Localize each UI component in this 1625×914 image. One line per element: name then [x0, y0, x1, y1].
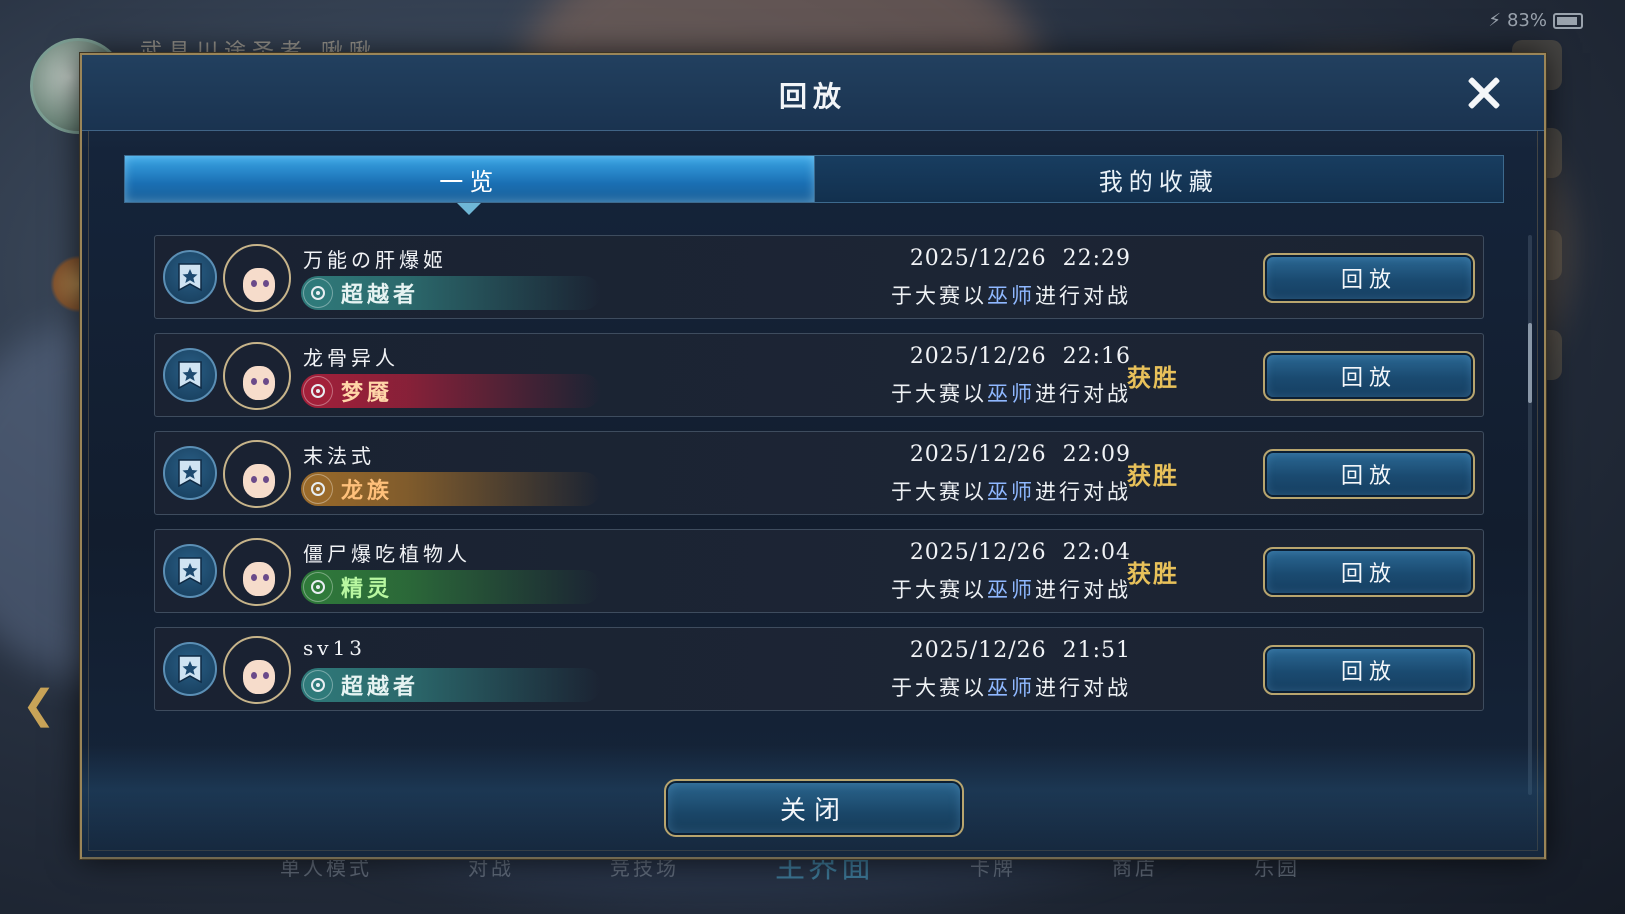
class-band: 精灵 [301, 570, 601, 604]
dragoncraft-icon [303, 474, 333, 504]
replay-button[interactable]: 回放 [1263, 449, 1475, 499]
scrollbar-thumb[interactable] [1528, 323, 1532, 403]
star-bookmark-icon [178, 655, 202, 684]
scrollbar-track[interactable] [1528, 235, 1532, 795]
star-bookmark-icon [178, 557, 202, 586]
close-button[interactable]: 关闭 [664, 779, 964, 837]
portalcraft-icon [303, 278, 333, 308]
avatar-eye [263, 378, 269, 385]
portalcraft-icon [303, 670, 333, 700]
tab-my-favorites[interactable]: 我的收藏 [813, 156, 1503, 202]
class-label: 超越者 [341, 674, 420, 700]
replay-row-5: sv13 超越者 2025/12/26 21:51 于大赛以巫师进行对战 回放 [154, 627, 1484, 711]
deck-name: sv13 [303, 636, 367, 660]
avatar-eye [251, 378, 257, 385]
result-label: 获胜 [1127, 461, 1179, 490]
class-label: 超越者 [341, 282, 420, 308]
class-band: 超越者 [301, 276, 601, 310]
deck-avatar [223, 440, 291, 508]
replay-button[interactable]: 回放 [1263, 351, 1475, 401]
replay-button[interactable]: 回放 [1263, 253, 1475, 303]
result-label: 获胜 [1127, 363, 1179, 392]
dialog-header: 回放 [82, 55, 1544, 131]
class-label: 精灵 [341, 576, 394, 602]
favorite-star-button[interactable] [163, 348, 217, 402]
result-label: 获胜 [1127, 559, 1179, 588]
favorite-star-button[interactable] [163, 250, 217, 304]
avatar-eye [251, 280, 257, 287]
avatar-eye [251, 574, 257, 581]
tab-bar: 一览 我的收藏 [124, 155, 1504, 215]
match-date: 2025/12/26 22:09 [909, 442, 1131, 467]
replay-row-3: 末法式 龙族 2025/12/26 22:09 于大赛以巫师进行对战 获胜 回放 [154, 431, 1484, 515]
deck-name: 末法式 [303, 444, 375, 468]
avatar-face [243, 660, 275, 694]
deck-avatar [223, 244, 291, 312]
avatar-eye [263, 574, 269, 581]
left-arrow-icon: ❮ [22, 682, 56, 728]
favorite-star-button[interactable] [163, 642, 217, 696]
replay-button[interactable]: 回放 [1263, 547, 1475, 597]
avatar-face [243, 562, 275, 596]
avatar-eye [263, 476, 269, 483]
class-label: 龙族 [341, 478, 394, 504]
charging-icon: ⚡ [1488, 10, 1501, 31]
close-icon[interactable] [1464, 73, 1504, 113]
replay-list: 万能の肝爆姬 超越者 2025/12/26 22:29 于大赛以巫师进行对战 回… [154, 235, 1484, 725]
avatar-face [243, 464, 275, 498]
star-bookmark-icon [178, 459, 202, 488]
replay-row-1: 万能の肝爆姬 超越者 2025/12/26 22:29 于大赛以巫师进行对战 回… [154, 235, 1484, 319]
class-band: 梦魇 [301, 374, 601, 408]
class-band: 超越者 [301, 668, 601, 702]
replay-row-4: 僵尸爆吃植物人 精灵 2025/12/26 22:04 于大赛以巫师进行对战 获… [154, 529, 1484, 613]
class-band: 龙族 [301, 472, 601, 506]
battery-percent: 83% [1506, 10, 1547, 31]
match-date: 2025/12/26 22:16 [909, 344, 1131, 369]
deck-avatar [223, 342, 291, 410]
battery-icon [1553, 12, 1583, 29]
favorite-star-button[interactable] [163, 446, 217, 500]
match-date: 2025/12/26 22:29 [909, 246, 1131, 271]
avatar-eye [263, 672, 269, 679]
avatar-eye [251, 672, 257, 679]
replay-dialog: 回放 一览 我的收藏 万能の肝爆姬 超越者 2025/12/26 22:29 于… [80, 53, 1546, 859]
match-date: 2025/12/26 21:51 [909, 638, 1131, 663]
bloodcraft-icon [303, 376, 333, 406]
avatar-eye [251, 476, 257, 483]
replay-button[interactable]: 回放 [1263, 645, 1475, 695]
match-description: 于大赛以巫师进行对战 [891, 578, 1131, 602]
status-bar: ⚡ 83% [1488, 10, 1583, 31]
deck-name: 龙骨异人 [303, 346, 399, 370]
favorite-star-button[interactable] [163, 544, 217, 598]
tab-overview[interactable]: 一览 [125, 156, 814, 215]
deck-avatar [223, 636, 291, 704]
match-date: 2025/12/26 22:04 [909, 540, 1131, 565]
class-label: 梦魇 [341, 380, 394, 406]
match-description: 于大赛以巫师进行对战 [891, 480, 1131, 504]
replay-row-2: 龙骨异人 梦魇 2025/12/26 22:16 于大赛以巫师进行对战 获胜 回… [154, 333, 1484, 417]
star-bookmark-icon [178, 361, 202, 390]
deck-avatar [223, 538, 291, 606]
deck-name: 僵尸爆吃植物人 [303, 542, 471, 566]
avatar-eye [263, 280, 269, 287]
avatar-face [243, 268, 275, 302]
match-description: 于大赛以巫师进行对战 [891, 284, 1131, 308]
match-description: 于大赛以巫师进行对战 [891, 676, 1131, 700]
deck-name: 万能の肝爆姬 [303, 248, 447, 272]
match-description: 于大赛以巫师进行对战 [891, 382, 1131, 406]
forestcraft-icon [303, 572, 333, 602]
avatar-face [243, 366, 275, 400]
star-bookmark-icon [178, 263, 202, 292]
dialog-title: 回放 [778, 80, 847, 113]
